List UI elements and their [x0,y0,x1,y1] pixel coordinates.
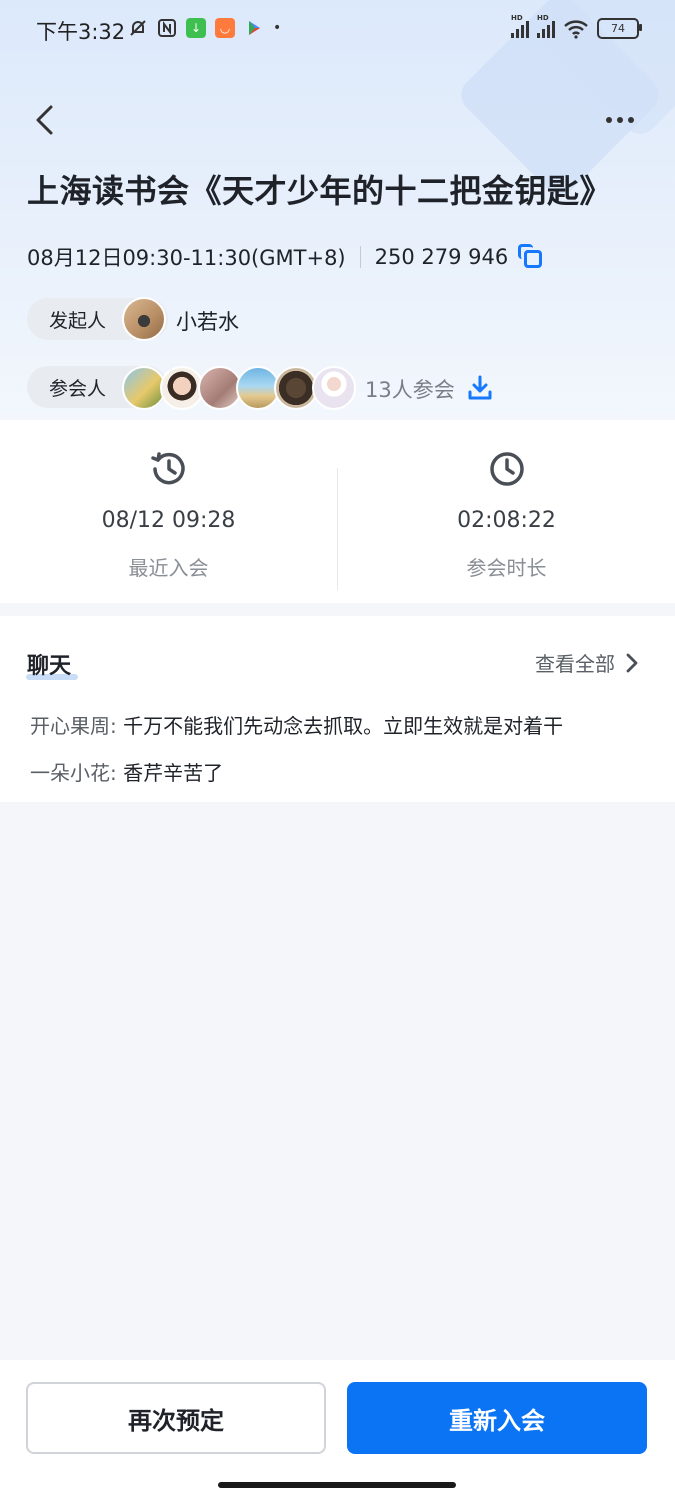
signal-icon: HD [537,14,555,38]
view-all-button[interactable]: 查看全部 [535,648,639,677]
chevron-left-icon [36,105,53,135]
rebook-button[interactable]: 再次预定 [26,1382,326,1454]
back-button[interactable] [24,100,64,140]
host-name: 小若水 [176,310,239,334]
dot-icon: • [273,20,282,36]
meeting-time-range: 08月12日09:30-11:30(GMT+8) [27,246,346,270]
attendee-avatar[interactable] [312,366,356,410]
chat-title: 聊天 [27,654,72,679]
history-clock-icon [151,452,185,485]
meeting-meta-row: 08月12日09:30-11:30(GMT+8) 250 279 946 [27,242,544,272]
last-join-label: 最近入会 [128,556,209,580]
more-dots-icon [606,117,612,123]
duration-value: 02:08:22 [457,508,556,533]
host-avatar[interactable] [122,297,166,341]
attendee-count[interactable]: 13人参会 [365,374,455,404]
hd-label: HD [537,13,549,22]
clock-icon [490,452,524,486]
copy-icon[interactable] [518,244,544,270]
status-system-icons: HD HD 74 [511,14,642,39]
more-dot [617,117,623,123]
signal-icon: HD [511,14,529,38]
meeting-stats: 08/12 09:28 最近入会 02:08:22 参会时长 [0,420,675,603]
rejoin-button[interactable]: 重新入会 [347,1382,647,1454]
duration-label: 参会时长 [466,556,547,580]
status-notification-icons: ↓ ◡ • [128,18,281,38]
status-time: 下午3:32 [36,20,126,44]
mute-bell-icon [130,20,146,36]
home-indicator[interactable] [218,1482,456,1488]
nfc-icon [158,19,176,37]
wifi-icon [564,19,588,39]
shop-app-icon: ◡ [215,18,235,38]
chevron-right-icon [626,653,638,672]
more-options-button[interactable] [595,100,645,140]
more-dot [628,117,634,123]
chat-text: 香芹辛苦了 [123,761,224,785]
chat-message[interactable]: 开心果周: 千万不能我们先动念去抓取。立即生效就是对着干 [30,710,650,739]
hd-label: HD [511,13,523,22]
meeting-title: 上海读书会《天才少年的十二把金钥匙》 [27,172,613,210]
chat-section: 聊天 查看全部 开心果周: 千万不能我们先动念去抓取。立即生效就是对着干 一朵小… [0,616,675,802]
chat-message[interactable]: 一朵小花: 香芹辛苦了 [30,757,650,786]
chat-text: 千万不能我们先动念去抓取。立即生效就是对着干 [123,714,564,738]
last-join-value: 08/12 09:28 [101,508,236,533]
chat-sender: 一朵小花: [30,761,124,785]
status-bar: 下午3:32 ↓ ◡ • HD HD 74 [0,0,675,60]
last-join-stat: 08/12 09:28 最近入会 [0,420,337,603]
chat-sender: 开心果周: [30,714,124,738]
bottom-action-bar: 再次预定 重新入会 [0,1360,675,1500]
battery-icon: 74 [597,18,642,39]
download-icon[interactable] [466,374,494,402]
duration-stat: 02:08:22 参会时长 [338,420,675,603]
play-store-icon [249,21,260,35]
meeting-id: 250 279 946 [374,245,509,269]
view-all-label: 查看全部 [535,652,615,676]
download-app-icon: ↓ [186,18,206,38]
divider [359,246,361,268]
battery-level: 74 [611,22,625,35]
